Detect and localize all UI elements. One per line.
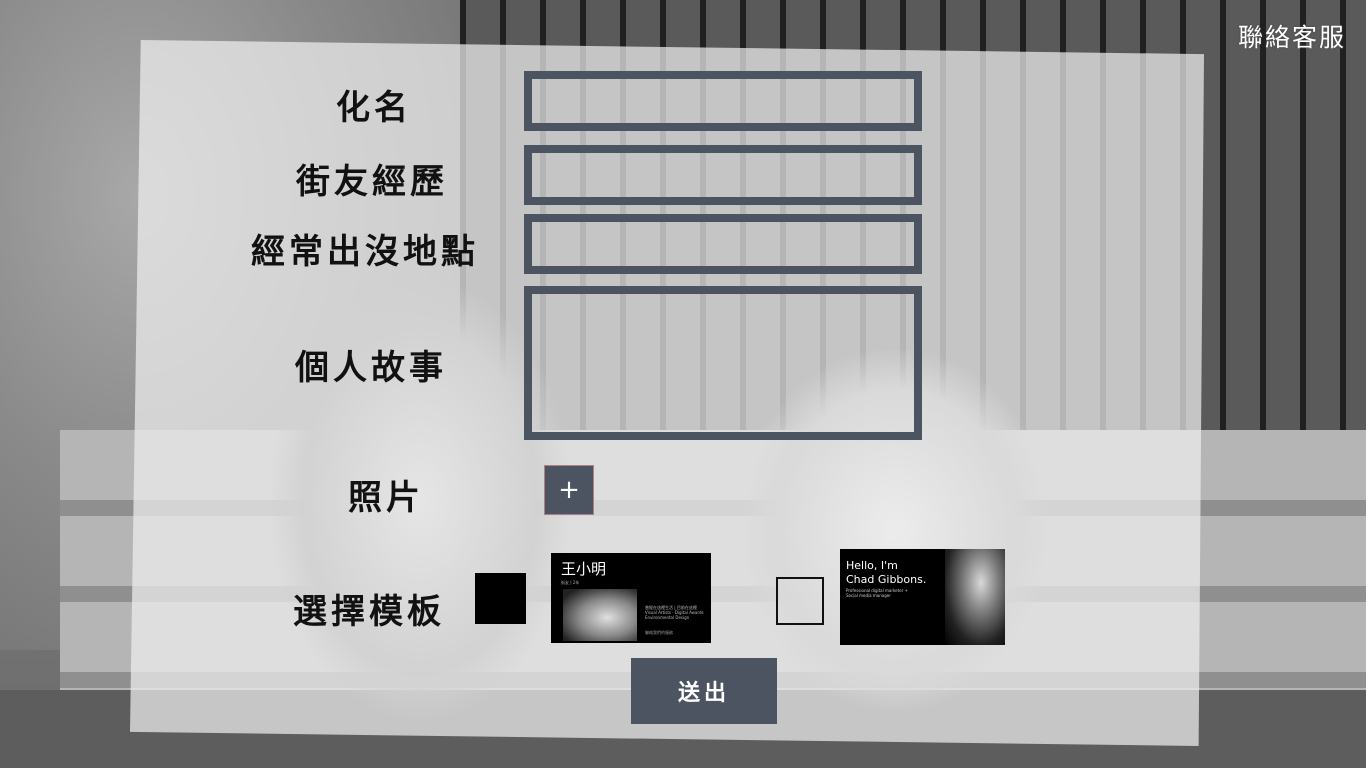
plus-icon: + bbox=[558, 475, 580, 505]
experience-input[interactable] bbox=[532, 153, 914, 197]
template-2-hello: Hello, I'm bbox=[846, 559, 898, 572]
photo-label: 照片 bbox=[348, 478, 424, 518]
experience-field[interactable] bbox=[524, 145, 922, 205]
alias-input[interactable] bbox=[532, 79, 914, 123]
story-field[interactable] bbox=[524, 286, 922, 440]
location-field[interactable] bbox=[524, 214, 922, 274]
template-1-name: 王小明 bbox=[561, 560, 607, 578]
template-1-footer: 聯絡我們的服務 bbox=[645, 630, 673, 635]
template-2-preview[interactable]: Hello, I'm Chad Gibbons. Professional di… bbox=[840, 549, 1005, 645]
location-input[interactable] bbox=[532, 222, 914, 266]
submit-button[interactable]: 送出 bbox=[631, 658, 777, 724]
template-1-photo bbox=[563, 589, 637, 641]
story-textarea[interactable] bbox=[532, 294, 914, 432]
template-1-preview[interactable]: 王小明 街友 | 2年 曾經在這裡生活 | 目前在這裡 Visual Artis… bbox=[551, 553, 711, 643]
template-2-desc: Professional digital marketer + Social m… bbox=[846, 588, 908, 598]
template-1-radio[interactable] bbox=[475, 573, 526, 624]
contact-support-link[interactable]: 聯絡客服 bbox=[1238, 18, 1346, 54]
template-1-text: 曾經在這裡生活 | 目前在這裡 Visual Artists · Digital… bbox=[645, 605, 707, 620]
template-1-line3: Environmental Design bbox=[645, 615, 690, 620]
template-label: 選擇模板 bbox=[293, 592, 445, 632]
template-2-radio[interactable] bbox=[776, 577, 824, 625]
template-2-greeting: Hello, I'm Chad Gibbons. bbox=[846, 559, 926, 587]
experience-label: 街友經歷 bbox=[296, 162, 448, 202]
alias-field[interactable] bbox=[524, 71, 922, 131]
story-label: 個人故事 bbox=[295, 348, 447, 388]
alias-label: 化名 bbox=[336, 88, 412, 128]
location-label: 經常出沒地點 bbox=[251, 232, 479, 272]
template-2-portrait bbox=[945, 549, 1005, 645]
add-photo-button[interactable]: + bbox=[544, 465, 594, 515]
template-2-name: Chad Gibbons. bbox=[846, 573, 927, 586]
template-1-subtitle: 街友 | 2年 bbox=[561, 580, 580, 585]
